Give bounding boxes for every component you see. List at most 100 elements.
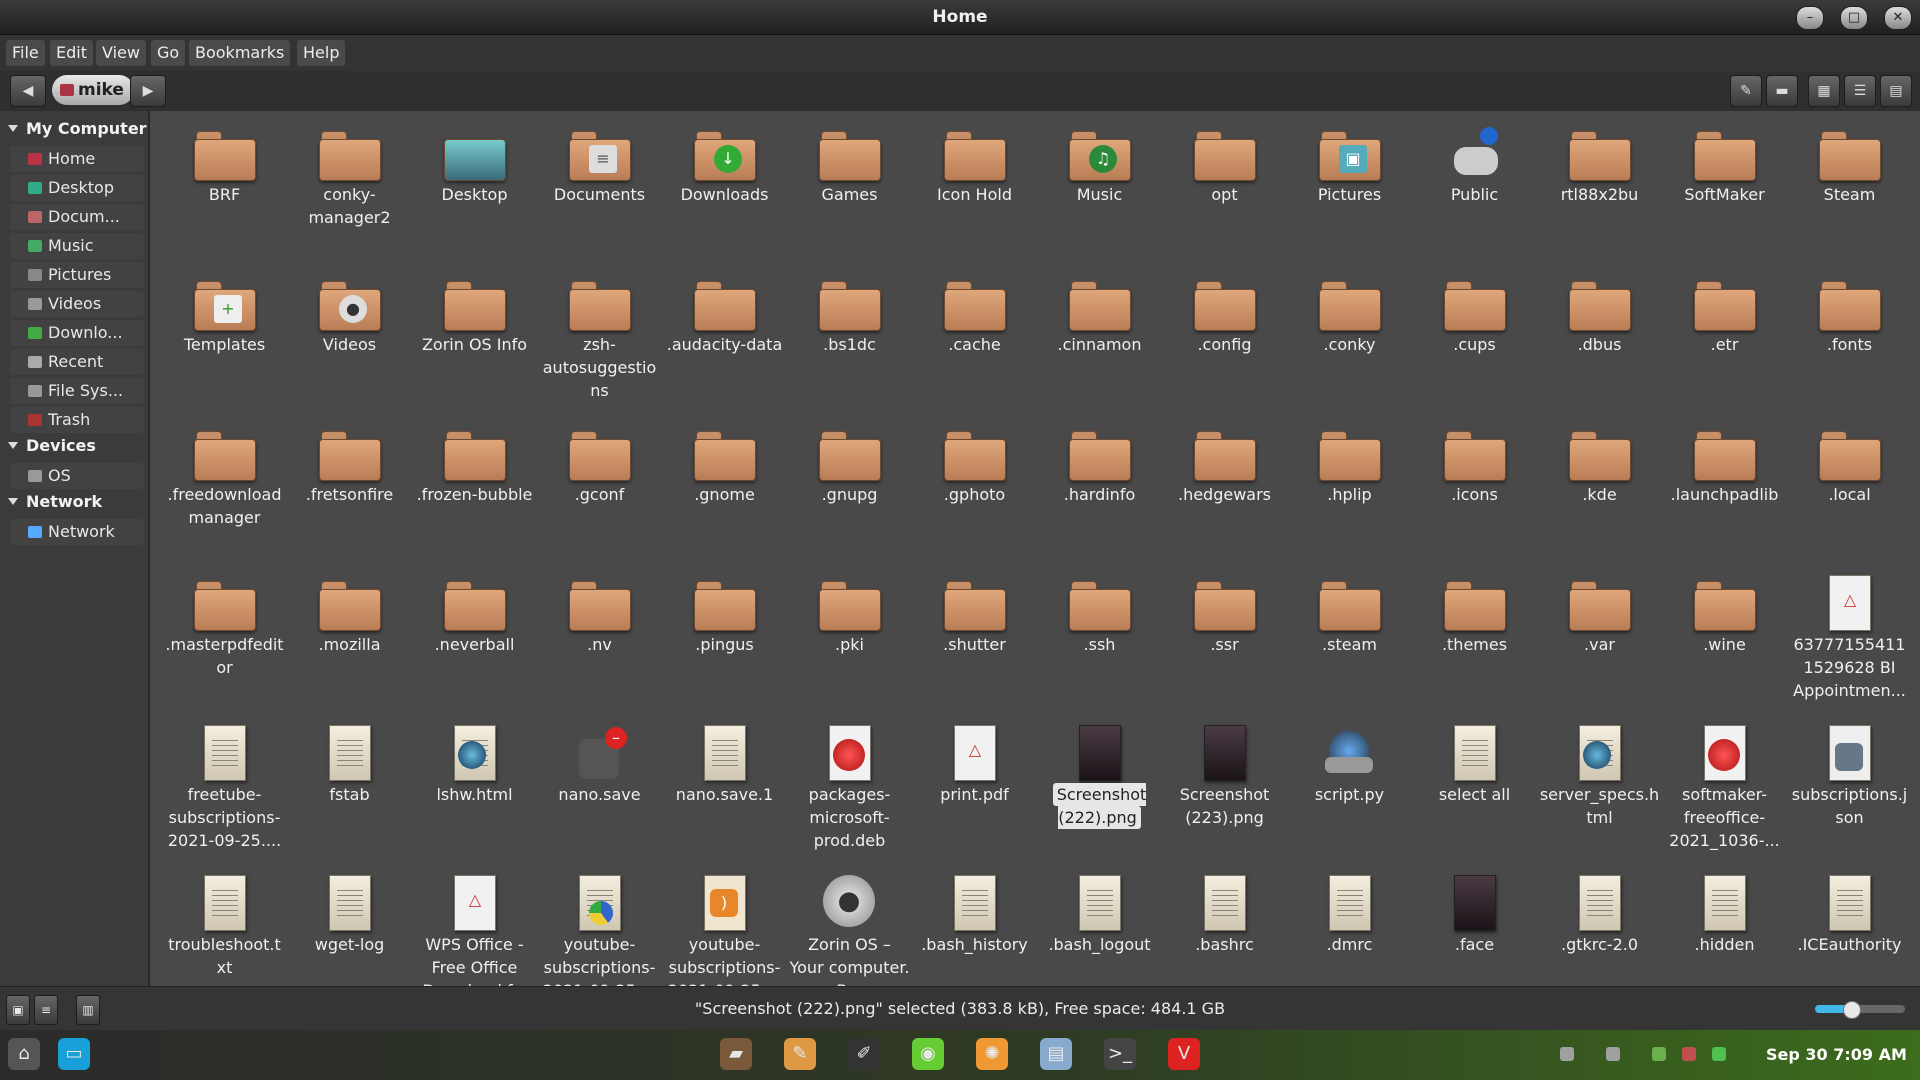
folder-item[interactable]: .gphoto (912, 419, 1037, 569)
expand-triangle-icon[interactable] (8, 498, 18, 505)
maximize-button[interactable]: □ (1840, 6, 1868, 30)
file-item[interactable]: wget-log (287, 869, 412, 986)
sidebar-item[interactable]: Home (10, 146, 144, 172)
file-item[interactable]: )youtube-subscriptions-2021-09-25.... (662, 869, 787, 986)
battery-icon[interactable] (1712, 1047, 1726, 1061)
sidebar-item[interactable]: Desktop (10, 175, 144, 201)
file-item[interactable]: Screenshot (222).png (1037, 719, 1162, 869)
folder-item[interactable]: .cinnamon (1037, 269, 1162, 419)
file-item[interactable]: troubleshoot.txt (162, 869, 287, 986)
file-item[interactable]: fstab (287, 719, 412, 869)
file-item[interactable]: .bash_logout (1037, 869, 1162, 986)
folder-item[interactable]: ♫ Music (1037, 119, 1162, 269)
device-icon[interactable] (1606, 1047, 1620, 1061)
folder-item[interactable]: .fonts (1787, 269, 1912, 419)
file-item[interactable]: – nano.save (537, 719, 662, 869)
folder-item[interactable]: .hplip (1287, 419, 1412, 569)
folder-item[interactable]: .wine (1662, 569, 1787, 719)
vivaldi-icon[interactable]: V (1168, 1038, 1200, 1070)
sidebar-item[interactable]: Music (10, 233, 144, 259)
folder-item[interactable]: .pki (787, 569, 912, 719)
terminal-icon[interactable]: >_ (1104, 1038, 1136, 1070)
list-view-icon[interactable]: ☰ (1844, 75, 1876, 107)
folder-item[interactable]: .freedownloadmanager (162, 419, 287, 569)
sidebar-section-1[interactable]: Devices (8, 436, 96, 455)
file-item[interactable]: .bash_history (912, 869, 1037, 986)
file-item[interactable]: .bashrc (1162, 869, 1287, 986)
folder-item[interactable]: .fretsonfire (287, 419, 412, 569)
bluetooth-icon[interactable] (1560, 1047, 1574, 1061)
file-item[interactable]: subscriptions.json (1787, 719, 1912, 869)
file-item[interactable]: server_specs.html (1537, 719, 1662, 869)
folder-item[interactable]: .shutter (912, 569, 1037, 719)
folder-item[interactable]: ▣ Pictures (1287, 119, 1412, 269)
folder-item[interactable]: .cache (912, 269, 1037, 419)
path-toggle-icon[interactable]: ✎ (1730, 75, 1762, 107)
icon-view-icon[interactable]: ▦ (1808, 75, 1840, 107)
file-item[interactable]: .gtkrc-2.0 (1537, 869, 1662, 986)
folder-item[interactable]: SoftMaker (1662, 119, 1787, 269)
file-item[interactable]: script.py (1287, 719, 1412, 869)
file-item[interactable]: △ 637771554111529628 BI Appointmen... (1787, 569, 1912, 719)
android-icon[interactable]: ◉ (912, 1038, 944, 1070)
folder-item[interactable]: .etr (1662, 269, 1787, 419)
file-item[interactable]: .ICEauthority (1787, 869, 1912, 986)
zoom-slider[interactable] (1815, 1001, 1905, 1019)
volume-icon[interactable] (1682, 1047, 1696, 1061)
folder-item[interactable]: .kde (1537, 419, 1662, 569)
folder-item[interactable]: .nv (537, 569, 662, 719)
folder-item[interactable]: zsh-autosuggestions (537, 269, 662, 419)
sidebar-item[interactable]: Docum... (10, 204, 144, 230)
minimize-button[interactable]: – (1796, 6, 1824, 30)
folder-item[interactable]: Games (787, 119, 912, 269)
file-item[interactable]: .dmrc (1287, 869, 1412, 986)
compact-view-icon[interactable]: ▤ (1880, 75, 1912, 107)
folder-item[interactable]: opt (1162, 119, 1287, 269)
file-item[interactable]: packages-microsoft-prod.deb (787, 719, 912, 869)
folder-item[interactable]: .themes (1412, 569, 1537, 719)
expand-triangle-icon[interactable] (8, 442, 18, 449)
folder-item[interactable]: .gconf (537, 419, 662, 569)
menu-edit[interactable]: Edit (50, 40, 93, 66)
text-editor-icon[interactable]: ▤ (1040, 1038, 1072, 1070)
file-item[interactable]: △WPS Office - Free Office Download f... (412, 869, 537, 986)
file-item[interactable]: youtube-subscriptions-2021-09-25.... (537, 869, 662, 986)
folder-item[interactable]: Icon Hold (912, 119, 1037, 269)
sidebar-item[interactable]: File Sys... (10, 378, 144, 404)
file-item[interactable]: Screenshot (223).png (1162, 719, 1287, 869)
folder-item[interactable]: rtl88x2bu (1537, 119, 1662, 269)
folder-item[interactable]: .bs1dc (787, 269, 912, 419)
file-item[interactable]: .hidden (1662, 869, 1787, 986)
folder-item[interactable]: .hedgewars (1162, 419, 1287, 569)
menu-launcher-icon[interactable]: ⌂ (8, 1038, 40, 1070)
folder-item[interactable]: .neverball (412, 569, 537, 719)
file-item[interactable]: nano.save.1 (662, 719, 787, 869)
sidebar-item[interactable]: Recent (10, 349, 144, 375)
folder-item[interactable]: Steam (1787, 119, 1912, 269)
sidebar-item[interactable]: Videos (10, 291, 144, 317)
folder-item[interactable]: .ssr (1162, 569, 1287, 719)
folder-item[interactable]: conky-manager2 (287, 119, 412, 269)
folder-item[interactable]: .steam (1287, 569, 1412, 719)
menu-go[interactable]: Go (151, 40, 186, 66)
folder-item[interactable]: ● Videos (287, 269, 412, 419)
forward-button[interactable]: ▶ (130, 75, 166, 107)
settings-gear-icon[interactable]: ✺ (976, 1038, 1008, 1070)
sidebar-item[interactable]: OS (10, 463, 144, 489)
show-desktop-icon[interactable]: ▭ (58, 1038, 90, 1070)
folder-item[interactable]: .gnome (662, 419, 787, 569)
zoom-handle[interactable] (1843, 1001, 1861, 1019)
folder-item[interactable]: .audacity-data (662, 269, 787, 419)
folder-item[interactable]: .local (1787, 419, 1912, 569)
close-button[interactable]: ✕ (1884, 6, 1912, 30)
folder-item[interactable]: .ssh (1037, 569, 1162, 719)
terminal-view-icon[interactable]: ▬ (1766, 75, 1798, 107)
folder-item[interactable]: + Templates (162, 269, 287, 419)
folder-item[interactable]: .config (1162, 269, 1287, 419)
folder-item[interactable]: .gnupg (787, 419, 912, 569)
location-breadcrumb[interactable]: mike (52, 75, 134, 105)
file-item[interactable]: lshw.html (412, 719, 537, 869)
file-item[interactable]: softmaker-freeoffice-2021_1036-... (1662, 719, 1787, 869)
folder-item[interactable]: ↓ Downloads (662, 119, 787, 269)
terminal-ink-icon[interactable]: ✐ (848, 1038, 880, 1070)
